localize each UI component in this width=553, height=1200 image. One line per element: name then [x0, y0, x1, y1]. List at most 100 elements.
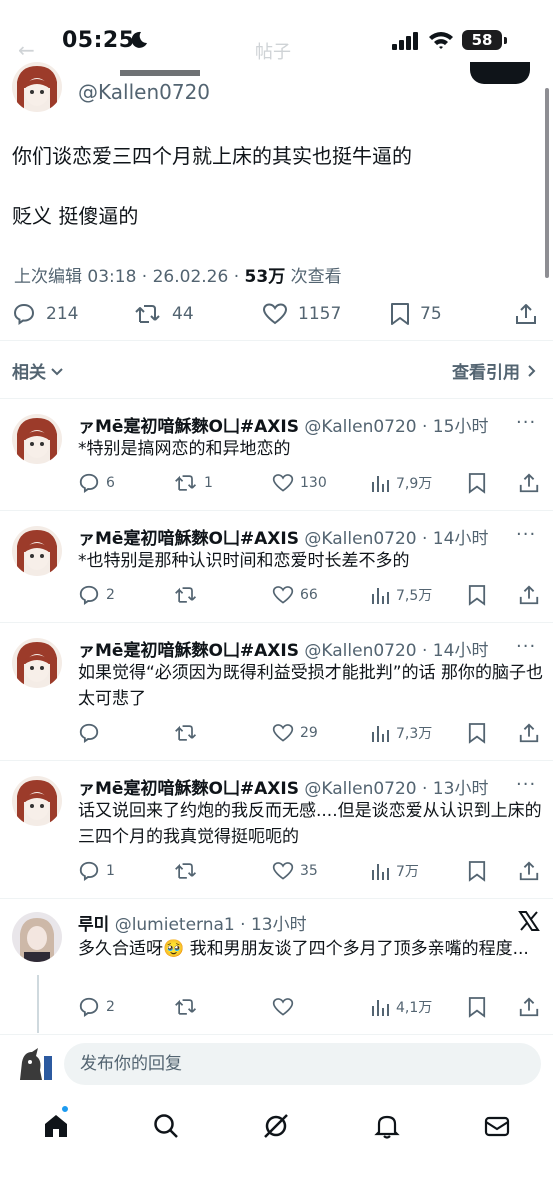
reply-comment-button[interactable]: 6: [78, 472, 115, 494]
reply-tweet[interactable]: ァMē寔初喑穌麳O凵#AXIS @Kallen0720 · 15小时 ··· *…: [0, 398, 553, 510]
reply-share-button[interactable]: [518, 860, 540, 882]
reply-avatar[interactable]: [12, 776, 62, 826]
reply-name[interactable]: ァMē寔初喑穌麳O凵#AXIS: [78, 417, 299, 437]
analytics-icon: [372, 476, 389, 492]
reply-views-button[interactable]: 7,9万: [370, 472, 432, 494]
views-count: 7万: [396, 864, 419, 880]
reply-views-button[interactable]: 7,3万: [370, 722, 432, 744]
reply-like-button[interactable]: 29: [272, 722, 318, 744]
reply-comment-button[interactable]: 2: [78, 996, 115, 1018]
comment-count: 6: [106, 475, 115, 491]
reply-like-button[interactable]: 66: [272, 584, 318, 606]
more-options-icon[interactable]: ···: [516, 774, 536, 795]
repost-icon: [175, 587, 197, 603]
reply-tweet[interactable]: ァMē寔初喑穌麳O凵#AXIS @Kallen0720 · 14小时 ··· 如…: [0, 622, 553, 760]
reply-text: 如果觉得“必须因为既得利益受损才能批判”的话 那你的脑子也太可悲了: [78, 663, 544, 709]
reply-avatar[interactable]: [12, 526, 62, 576]
notifications-bell-icon[interactable]: [373, 1112, 401, 1140]
home-icon[interactable]: [42, 1112, 70, 1140]
reply-share-button[interactable]: [518, 584, 540, 606]
reply-compose-input[interactable]: 发布你的回复: [64, 1043, 541, 1085]
reply-name[interactable]: ァMē寔初喑穌麳O凵#AXIS: [78, 529, 299, 549]
like-count: 35: [300, 863, 318, 879]
my-avatar[interactable]: [12, 1042, 56, 1086]
analytics-icon: [372, 864, 389, 880]
reply-share-button[interactable]: [518, 722, 540, 744]
reply-handle[interactable]: @lumieterna1 · 13小时: [115, 915, 307, 935]
reply-avatar[interactable]: [12, 912, 62, 962]
reply-like-button[interactable]: 35: [272, 860, 318, 882]
x-logo-icon: [518, 910, 540, 932]
reply-views-button[interactable]: 7万: [370, 860, 419, 882]
reply-tweet[interactable]: ァMē寔初喑穌麳O凵#AXIS @Kallen0720 · 13小时 ··· 话…: [0, 760, 553, 898]
related-filter[interactable]: 相关: [12, 358, 64, 383]
views-count: 7,9万: [396, 476, 433, 492]
messages-mail-icon[interactable]: [483, 1112, 511, 1140]
reply-handle[interactable]: @Kallen0720 · 14小时: [304, 529, 488, 549]
repost-icon: [175, 863, 197, 879]
repost-button[interactable]: 44: [134, 302, 194, 326]
scrollbar[interactable]: [545, 88, 549, 278]
reply-header: ァMē寔初喑穌麳O凵#AXIS @Kallen0720 · 15小时: [78, 412, 488, 437]
share-icon: [516, 304, 536, 324]
reply-text: *特别是搞网恋的和异地恋的: [78, 439, 291, 459]
reply-comment-button[interactable]: 2: [78, 584, 115, 606]
edited-time[interactable]: 上次编辑 03:18 · 26.02.26 ·: [14, 267, 245, 287]
share-button[interactable]: [514, 302, 538, 326]
reply-handle[interactable]: @Kallen0720 · 15小时: [304, 417, 488, 437]
reply-header: ァMē寔初喑穌麳O凵#AXIS @Kallen0720 · 13小时: [78, 774, 488, 799]
reply-repost-button[interactable]: [174, 722, 204, 744]
search-icon[interactable]: [152, 1112, 180, 1140]
reply-name[interactable]: 루미: [78, 915, 109, 935]
like-count: 66: [300, 587, 318, 603]
reply-button[interactable]: 214: [12, 302, 78, 326]
views-count: 4,1万: [396, 1000, 433, 1016]
reply-repost-button[interactable]: [174, 584, 204, 606]
reply-comment-button[interactable]: 1: [78, 860, 115, 882]
reply-repost-button[interactable]: 1: [174, 472, 213, 494]
reply-repost-button[interactable]: [174, 860, 204, 882]
reply-tweet[interactable]: 루미 @lumieterna1 · 13小时 多久合适呀🥹 我和男朋友谈了四个多…: [0, 898, 553, 1034]
reply-comment-button[interactable]: [78, 722, 106, 744]
reply-bookmark-button[interactable]: [468, 996, 486, 1018]
bookmark-button[interactable]: 75: [390, 302, 442, 326]
reply-like-button[interactable]: 130: [272, 472, 327, 494]
reply-share-button[interactable]: [518, 472, 540, 494]
reply-repost-button[interactable]: [174, 996, 204, 1018]
back-arrow-icon[interactable]: ←: [18, 38, 35, 62]
reply-bookmark-button[interactable]: [468, 472, 486, 494]
reply-name[interactable]: ァMē寔初喑穌麳O凵#AXIS: [78, 779, 299, 799]
author-avatar[interactable]: [12, 62, 62, 112]
quotes-label: 查看引用: [452, 363, 520, 383]
reply-text: 多久合适呀🥹 我和男朋友谈了四个多月了顶多亲嘴的程度...: [78, 939, 529, 959]
like-button[interactable]: 1157: [262, 302, 341, 326]
reply-name[interactable]: ァMē寔初喑穌麳O凵#AXIS: [78, 641, 299, 661]
reply-views-button[interactable]: 4,1万: [370, 996, 432, 1018]
reply-bookmark-button[interactable]: [468, 584, 486, 606]
author-handle[interactable]: @Kallen0720: [78, 80, 210, 104]
reply-count: 214: [46, 304, 79, 324]
battery-tip: [504, 37, 507, 44]
heart-icon: [272, 586, 294, 604]
bookmark-icon: [468, 997, 486, 1018]
reply-like-button[interactable]: [272, 996, 300, 1018]
grok-icon[interactable]: [262, 1112, 290, 1140]
reply-handle[interactable]: @Kallen0720 · 13小时: [304, 779, 488, 799]
reply-avatar[interactable]: [12, 414, 62, 464]
reply-views-button[interactable]: 7,5万: [370, 584, 432, 606]
view-quotes-link[interactable]: 查看引用: [452, 358, 538, 383]
reply-bookmark-button[interactable]: [468, 860, 486, 882]
reply-bookmark-button[interactable]: [468, 722, 486, 744]
tweet-text-line2: 贬义 挺傻逼的: [12, 204, 139, 228]
more-options-icon[interactable]: ···: [516, 412, 536, 433]
reply-header: ァMē寔初喑穌麳O凵#AXIS @Kallen0720 · 14小时: [78, 636, 488, 661]
more-options-icon[interactable]: ···: [516, 636, 536, 657]
follow-button[interactable]: [470, 62, 530, 84]
reply-avatar[interactable]: [12, 638, 62, 688]
heart-icon: [272, 474, 294, 492]
share-icon: [519, 473, 539, 493]
reply-tweet[interactable]: ァMē寔初喑穌麳O凵#AXIS @Kallen0720 · 14小时 ··· *…: [0, 510, 553, 622]
more-options-icon[interactable]: ···: [516, 524, 536, 545]
reply-handle[interactable]: @Kallen0720 · 14小时: [304, 641, 488, 661]
reply-share-button[interactable]: [518, 996, 540, 1018]
